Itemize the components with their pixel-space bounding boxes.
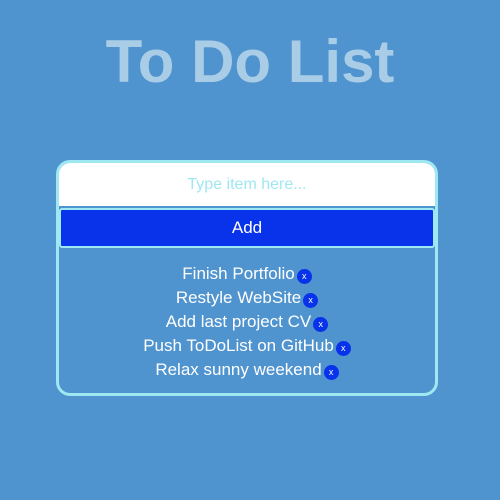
- todo-item-text: Relax sunny weekend: [155, 360, 322, 379]
- remove-item-button[interactable]: x: [313, 317, 329, 333]
- new-item-input[interactable]: [59, 163, 435, 206]
- todo-item-text: Finish Portfolio: [182, 264, 295, 283]
- remove-item-button[interactable]: x: [335, 341, 351, 357]
- todo-card: Add Finish Portfoliox Restyle WebSitex A…: [56, 160, 438, 396]
- todo-item: Restyle WebSite x: [59, 286, 435, 310]
- todo-item-text: Push ToDoList on GitHub: [143, 336, 334, 355]
- remove-item-button[interactable]: x: [296, 269, 312, 285]
- add-button[interactable]: Add: [59, 208, 435, 248]
- todo-item-text: Restyle WebSite: [175, 288, 302, 307]
- remove-item-button[interactable]: x: [323, 365, 339, 381]
- todo-item: Push ToDoList on GitHub x: [59, 334, 435, 358]
- todo-item: Relax sunny weekend x: [59, 358, 435, 382]
- todo-item-text: Add last project CV: [165, 312, 312, 331]
- page-title: To Do List: [105, 28, 395, 95]
- todo-list: Finish Portfolio x Restyle WebSite x Add l…: [59, 262, 435, 382]
- todo-item: Add last project CV x: [59, 310, 435, 334]
- remove-item-button[interactable]: x: [303, 293, 319, 309]
- todo-item: Finish Portfolio x: [59, 262, 435, 286]
